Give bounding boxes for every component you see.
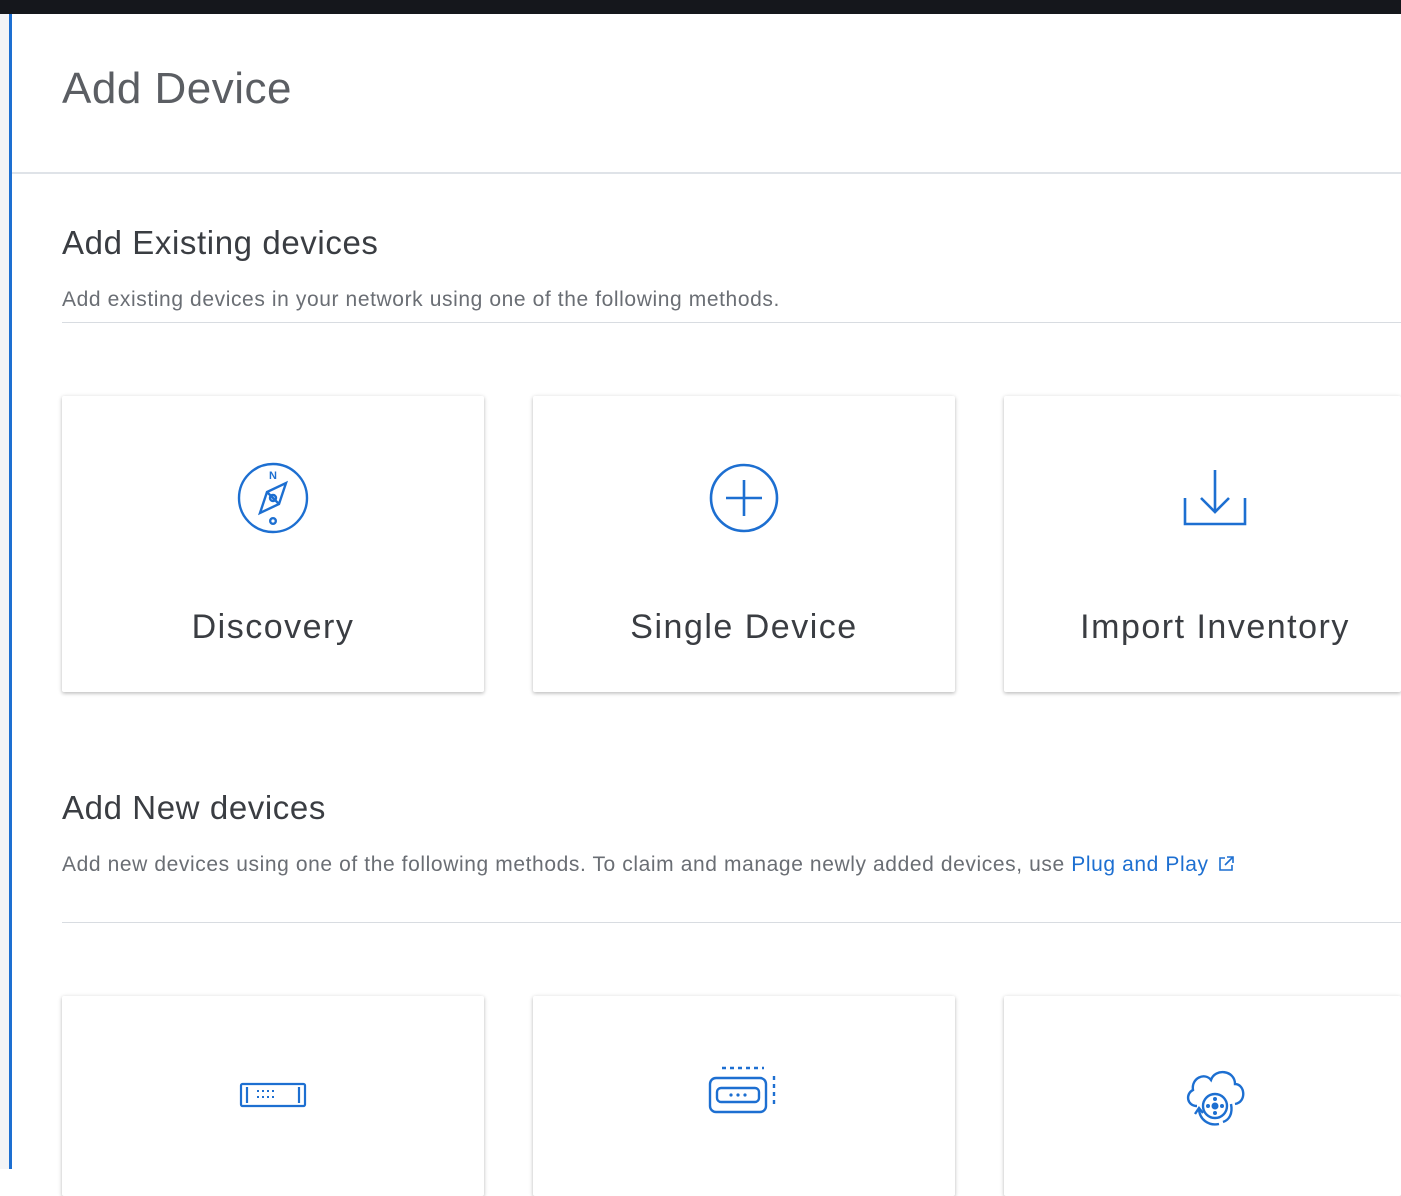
new-device-card-switch[interactable] <box>62 996 484 1196</box>
existing-devices-description: Add existing devices in your network usi… <box>62 288 780 311</box>
existing-devices-title: Add Existing devices <box>62 224 379 261</box>
single-device-label: Single Device <box>630 608 858 646</box>
left-gutter <box>0 14 9 1169</box>
import-inventory-label: Import Inventory <box>1080 608 1350 646</box>
discovery-card[interactable]: N Discovery <box>62 396 484 692</box>
download-icon <box>1175 458 1255 538</box>
new-device-card-cloud[interactable] <box>1004 996 1401 1196</box>
import-inventory-card[interactable]: Import Inventory <box>1004 396 1401 692</box>
cloud-sync-icon <box>1175 1056 1255 1136</box>
existing-devices-divider <box>62 322 1401 323</box>
top-bar <box>0 0 1401 14</box>
plus-circle-icon <box>704 458 784 538</box>
page-title: Add Device <box>62 64 293 113</box>
new-device-card-access-point[interactable] <box>533 996 955 1196</box>
compass-icon: N <box>233 458 313 538</box>
plug-and-play-link-text: Plug and Play <box>1071 853 1209 876</box>
discovery-label: Discovery <box>191 608 355 646</box>
plug-and-play-link[interactable]: Plug and Play <box>1071 853 1234 876</box>
new-devices-divider <box>62 922 1401 923</box>
new-devices-title: Add New devices <box>62 789 326 826</box>
switch-device-icon <box>233 1056 313 1136</box>
header-divider <box>12 172 1401 174</box>
new-devices-description-text: Add new devices using one of the followi… <box>62 853 1072 876</box>
external-link-icon <box>1218 856 1234 871</box>
access-point-icon <box>704 1056 784 1136</box>
add-device-panel: Add Device Add Existing devices Add exis… <box>12 14 1401 1196</box>
single-device-card[interactable]: Single Device <box>533 396 955 692</box>
svg-text:N: N <box>269 470 277 482</box>
new-devices-description: Add new devices using one of the followi… <box>62 847 1392 883</box>
